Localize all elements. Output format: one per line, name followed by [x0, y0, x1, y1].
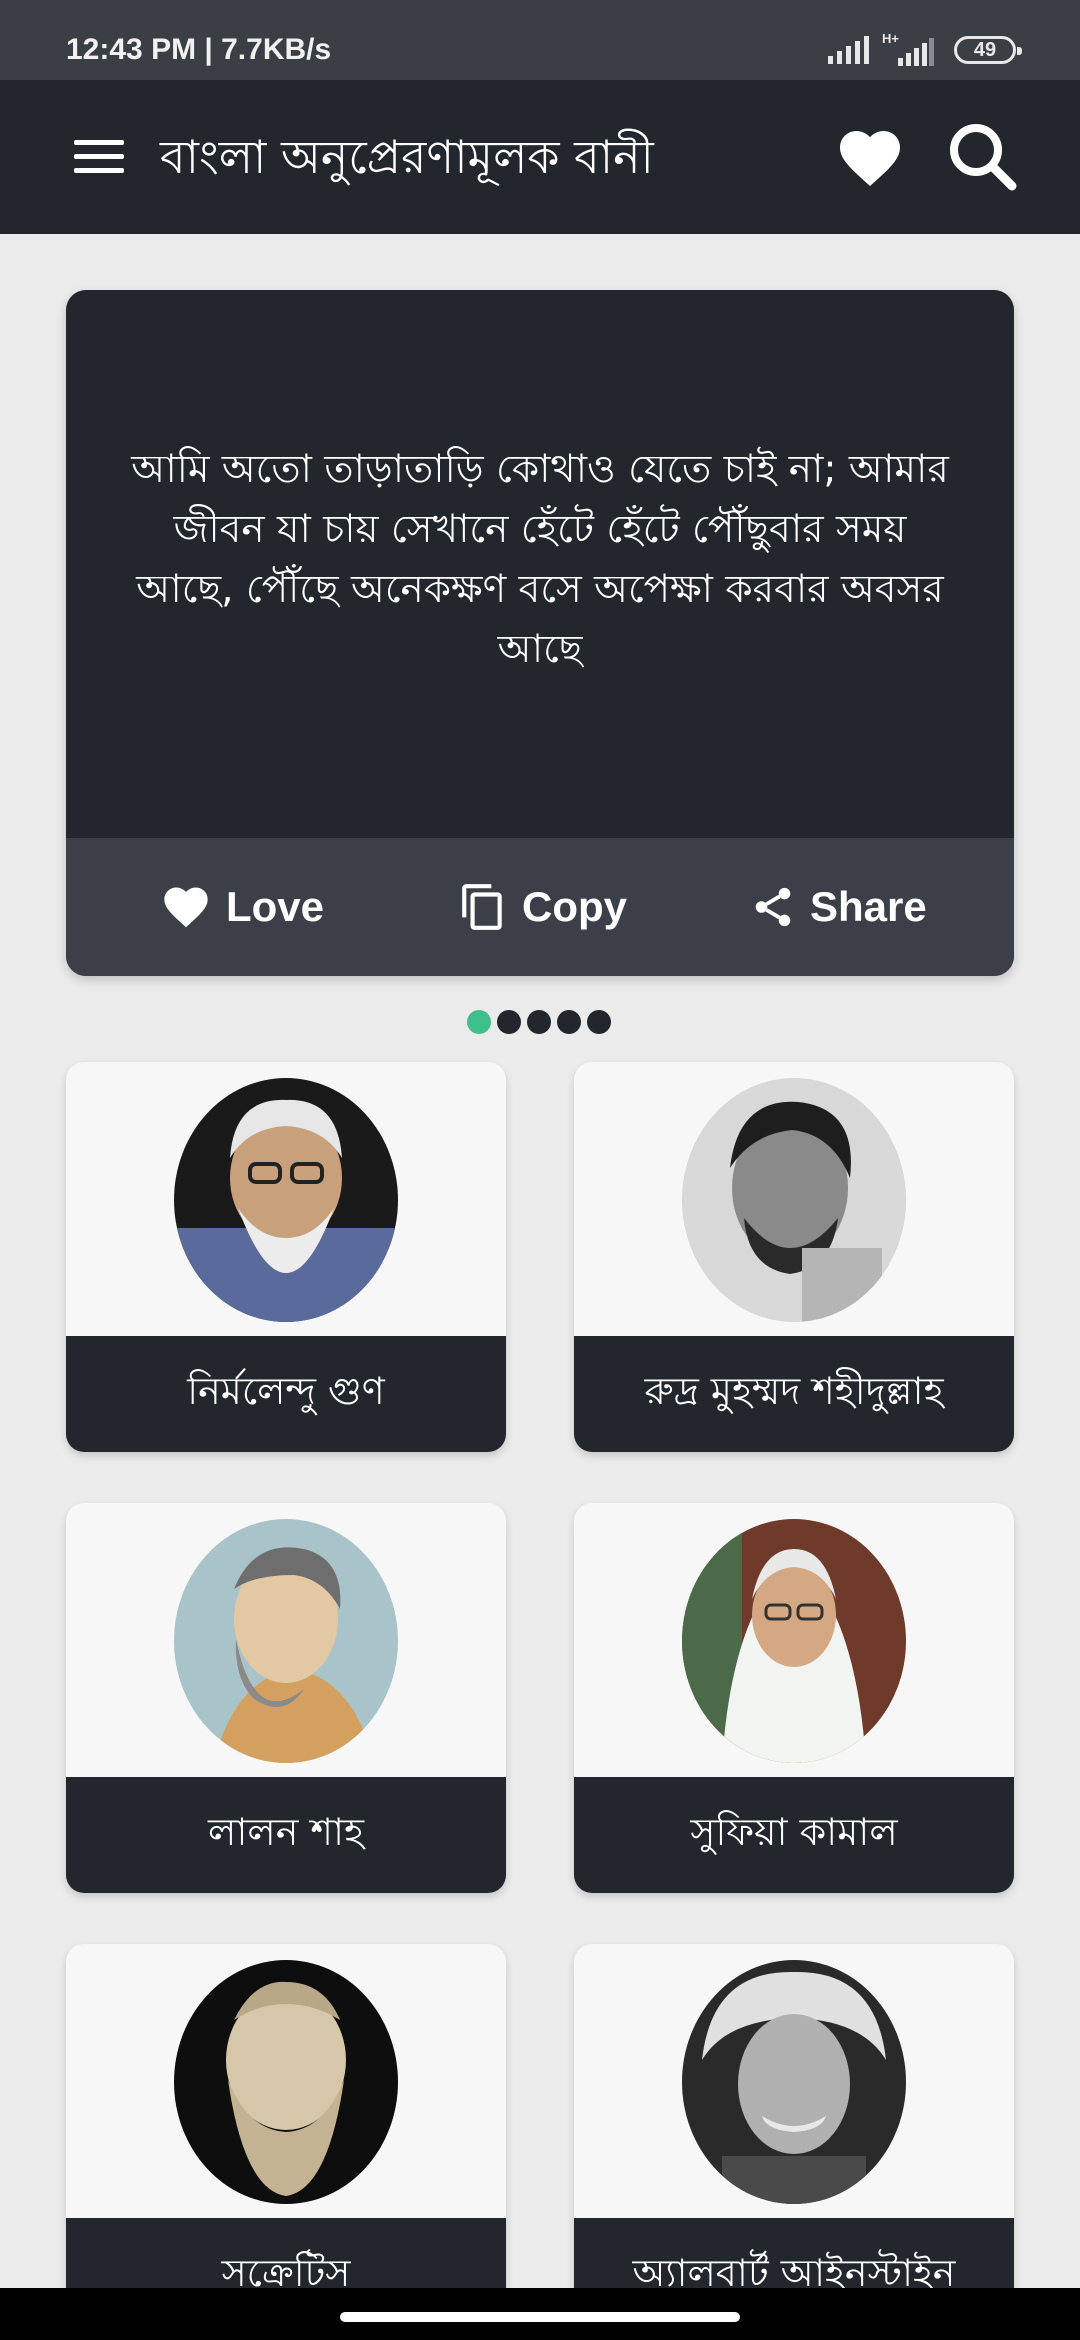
author-card[interactable]: রুদ্র মুহম্মদ শহীদুল্লাহ [574, 1062, 1014, 1452]
author-photo [682, 1519, 906, 1763]
heart-icon[interactable] [834, 122, 906, 194]
status-time: 12:43 PM | 7.7KB/s [66, 33, 332, 66]
author-card[interactable]: সক্রেটিস [66, 1944, 506, 2334]
share-button[interactable]: Share [750, 838, 927, 976]
heart-icon [164, 887, 208, 928]
author-name: নির্মলেন্দু গুণ [187, 1369, 385, 1413]
signal-icon [828, 36, 869, 64]
author-card[interactable]: অ্যালবার্ট আইনস্টাইন [574, 1944, 1014, 2334]
author-name-bar: সুফিয়া কামাল [574, 1777, 1014, 1893]
signal-2-icon [898, 38, 934, 66]
author-name: সুফিয়া কামাল [690, 1810, 898, 1854]
copy-icon [462, 884, 502, 930]
author-name-bar: নির্মলেন্দু গুণ [66, 1336, 506, 1452]
author-photo [682, 1078, 906, 1322]
author-card[interactable]: নির্মলেন্দু গুণ [66, 1062, 506, 1452]
author-name-bar: লালন শাহ [66, 1777, 506, 1893]
author-photo [174, 1519, 398, 1763]
share-label: Share [810, 883, 927, 930]
love-label: Love [226, 883, 325, 930]
pager-dot[interactable] [587, 1010, 611, 1034]
status-bar: 12:43 PM | 7.7KB/s H+ 49 [0, 0, 1080, 80]
author-name-bar: রুদ্র মুহম্মদ শহীদুল্লাহ [574, 1336, 1014, 1452]
signal-2-group: H+ [882, 31, 934, 66]
author-photo [682, 1960, 906, 2204]
quote-text: আমি অতো তাড়াতাড়ি কোথাও যেতে চাই না; আম… [131, 447, 949, 672]
pager-dot[interactable] [557, 1010, 581, 1034]
share-icon [755, 887, 791, 927]
search-icon[interactable] [944, 118, 1022, 196]
quote-actions: Love Copy Share [66, 838, 1014, 976]
author-name: লালন শাহ [208, 1810, 364, 1854]
copy-button[interactable]: Copy [458, 838, 627, 976]
author-card[interactable]: লালন শাহ [66, 1503, 506, 1893]
author-photo [174, 1078, 398, 1322]
author-card[interactable]: সুফিয়া কামাল [574, 1503, 1014, 1893]
app-title: বাংলা অনুপ্রেরণামূলক বানী [160, 130, 654, 184]
pager-dot[interactable] [497, 1010, 521, 1034]
quote-card: আমি অতো তাড়াতাড়ি কোথাও যেতে চাই না; আম… [66, 290, 1014, 976]
network-type-label: H+ [882, 31, 899, 46]
home-indicator[interactable] [340, 2312, 740, 2322]
quote-area: আমি অতো তাড়াতাড়ি কোথাও যেতে চাই না; আম… [66, 290, 1014, 838]
battery-indicator: 49 [954, 36, 1022, 64]
author-photo [174, 1960, 398, 2204]
author-name: রুদ্র মুহম্মদ শহীদুল্লাহ [644, 1369, 944, 1413]
pager-dot[interactable] [527, 1010, 551, 1034]
pager-dots [467, 1010, 611, 1034]
pager-dot[interactable] [467, 1010, 491, 1034]
menu-icon[interactable] [72, 132, 128, 182]
app-bar: বাংলা অনুপ্রেরণামূলক বানী [0, 80, 1080, 234]
copy-label: Copy [522, 883, 627, 930]
status-icons: H+ 49 [828, 30, 1022, 70]
love-button[interactable]: Love [160, 838, 324, 976]
